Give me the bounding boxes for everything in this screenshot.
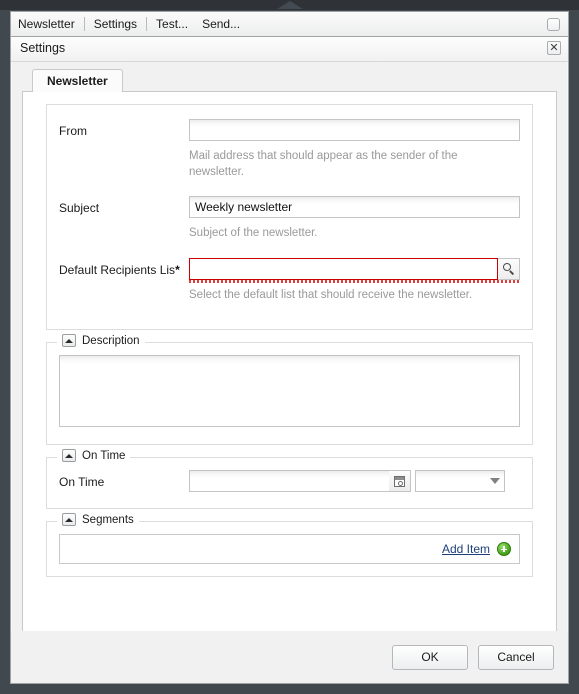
from-control [189, 119, 520, 141]
segments-panel: Segments Add Item [46, 513, 533, 578]
description-textarea[interactable] [59, 355, 520, 428]
on-time-panel: On Time On Time [46, 449, 533, 510]
form-row-subject: Subject [59, 196, 520, 219]
chevron-up-icon[interactable] [62, 513, 76, 527]
tab-newsletter[interactable]: Newsletter [32, 69, 123, 92]
menu-separator [83, 17, 85, 31]
menu-item-test[interactable]: Test... [149, 12, 195, 36]
recipients-label: Default Recipients Lis* [59, 258, 189, 277]
form-row-on-time: On Time [59, 470, 520, 493]
description-panel: Description [46, 334, 533, 446]
recipients-hint: Select the default list that should rece… [189, 288, 473, 301]
subject-hint: Subject of the newsletter. [189, 227, 318, 240]
recipients-control [189, 257, 520, 283]
segments-legend: Segments [57, 513, 139, 527]
segments-legend-label: Segments [82, 513, 134, 526]
hint-spacer [59, 222, 189, 227]
hint-spacer [59, 145, 189, 150]
menu-item-send[interactable]: Send... [195, 12, 247, 36]
required-marker: * [175, 262, 180, 277]
form-hint-row-from: Mail address that should appear as the s… [59, 145, 520, 192]
chevron-down-icon [490, 478, 500, 485]
tab-panel-newsletter: From Mail address that should appear as … [22, 92, 557, 638]
menu-item-newsletter[interactable]: Newsletter [11, 12, 82, 36]
date-field [189, 470, 411, 493]
dialog-footer: OK Cancel [11, 631, 568, 683]
segments-list: Add Item [59, 534, 520, 565]
on-time-legend: On Time [57, 449, 131, 463]
ok-button[interactable]: OK [392, 644, 468, 670]
on-time-date-input[interactable] [189, 470, 389, 493]
recipients-lookup-button[interactable] [498, 257, 520, 280]
window-titlebar [0, 0, 579, 10]
menu-separator [146, 17, 148, 31]
from-input[interactable] [189, 119, 520, 141]
on-time-control [189, 470, 520, 493]
main-fields-panel: From Mail address that should appear as … [46, 104, 533, 331]
settings-dialog: Settings ✕ Newsletter From Mail address … [10, 36, 569, 684]
subject-input[interactable] [189, 196, 520, 219]
recipients-lookup [189, 257, 520, 280]
calendar-icon [394, 475, 405, 487]
on-time-time-select[interactable] [415, 470, 505, 493]
dialog-header: Settings ✕ [11, 37, 568, 62]
description-legend: Description [57, 334, 145, 348]
chevron-up-icon[interactable] [62, 334, 76, 348]
cancel-button[interactable]: Cancel [478, 644, 554, 670]
dialog-title: Settings [20, 41, 66, 55]
recipients-label-text: Default Recipients Lis [59, 262, 176, 277]
application-window: Newsletter Settings Test... Send... Sett… [0, 0, 579, 694]
validation-underline [189, 279, 520, 283]
form-hint-row-recipients: Select the default list that should rece… [59, 284, 520, 316]
chevron-up-icon[interactable] [62, 449, 76, 463]
close-icon[interactable]: ✕ [547, 41, 561, 55]
window-notch [268, 0, 312, 9]
description-legend-label: Description [82, 334, 140, 347]
calendar-picker-button[interactable] [389, 470, 411, 493]
on-time-label: On Time [59, 475, 105, 490]
subject-control [189, 196, 520, 219]
from-hint: Mail address that should appear as the s… [189, 150, 458, 178]
form-row-recipients: Default Recipients Lis* [59, 257, 520, 283]
menubar: Newsletter Settings Test... Send... [10, 11, 569, 36]
menu-item-settings[interactable]: Settings [87, 12, 144, 36]
datetime-row [189, 470, 520, 493]
subject-label: Subject [59, 201, 100, 216]
search-icon [502, 262, 515, 275]
on-time-legend-label: On Time [82, 449, 126, 462]
form-row-from: From [59, 119, 520, 141]
hint-spacer [59, 284, 189, 289]
add-item-link[interactable]: Add Item [442, 542, 490, 556]
checkbox-toggle[interactable] [547, 17, 560, 31]
plus-circle-icon[interactable] [497, 542, 511, 557]
chevron-up-icon [277, 1, 303, 9]
tabstrip: Newsletter [22, 69, 557, 92]
form-hint-row-subject: Subject of the newsletter. [59, 222, 520, 254]
from-label: From [59, 124, 87, 138]
recipients-input[interactable] [189, 257, 498, 280]
form-scroll-area: From Mail address that should appear as … [23, 92, 556, 578]
